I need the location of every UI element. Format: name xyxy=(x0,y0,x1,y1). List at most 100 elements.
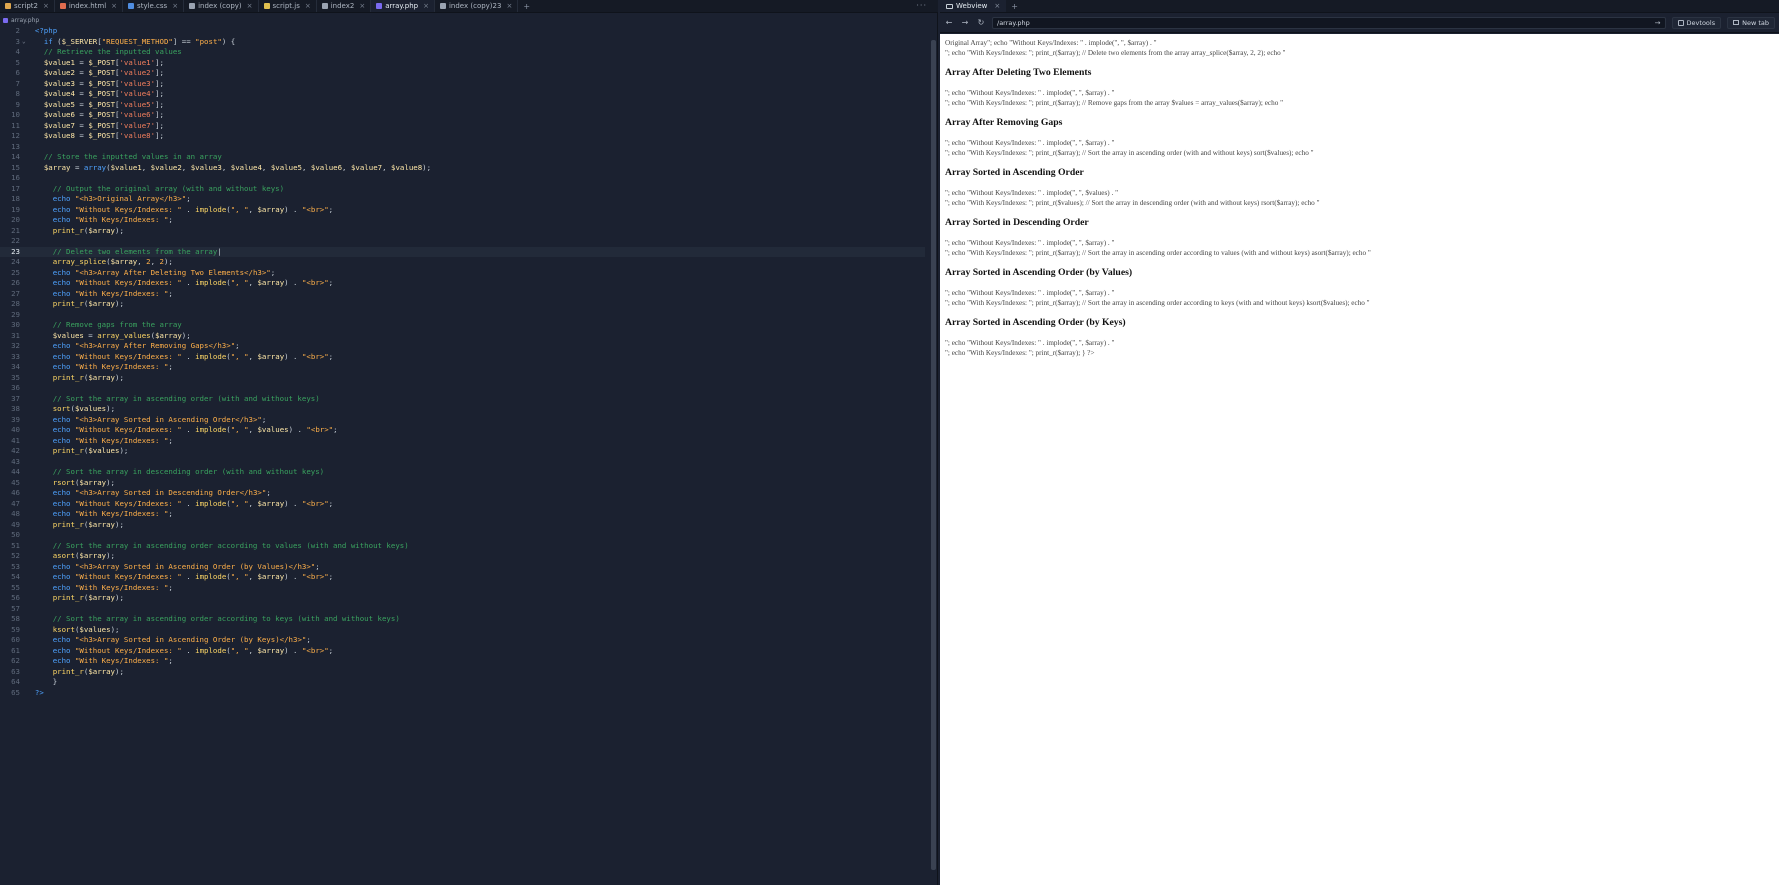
forward-button[interactable]: → xyxy=(960,18,970,27)
code-line[interactable]: 64 } xyxy=(0,677,925,688)
add-tab-button[interactable]: + xyxy=(518,0,535,12)
code-line[interactable]: 7 $value3 = $_POST['value3']; xyxy=(0,79,925,90)
new-tab-button[interactable]: New tab xyxy=(1727,16,1775,29)
close-icon[interactable]: × xyxy=(305,2,311,10)
code-line[interactable]: 5 $value1 = $_POST['value1']; xyxy=(0,58,925,69)
tab-index-html[interactable]: index.html × xyxy=(55,0,124,12)
more-actions-icon[interactable]: ··· xyxy=(916,1,927,10)
code-line[interactable]: 11 $value7 = $_POST['value7']; xyxy=(0,121,925,132)
code-line[interactable]: 6 $value2 = $_POST['value2']; xyxy=(0,68,925,79)
tab-array-php[interactable]: array.php × xyxy=(371,0,435,12)
code-line[interactable]: 43 xyxy=(0,457,925,468)
fold-chevron-icon[interactable] xyxy=(22,604,26,615)
code-line[interactable]: 22 xyxy=(0,236,925,247)
code-line[interactable]: 25 echo "<h3>Array After Deleting Two El… xyxy=(0,268,925,279)
code-line[interactable]: 29 xyxy=(0,310,925,321)
fold-chevron-icon[interactable] xyxy=(22,457,26,468)
code-line[interactable]: 14 // Store the inputted values in an ar… xyxy=(0,152,925,163)
code-line[interactable]: 57 xyxy=(0,604,925,615)
fold-chevron-icon[interactable] xyxy=(22,142,26,153)
code-line[interactable]: 49 print_r($array); xyxy=(0,520,925,531)
close-icon[interactable]: × xyxy=(111,2,117,10)
fold-chevron-icon[interactable] xyxy=(22,530,26,541)
tab-index-copy-[interactable]: index (copy) × xyxy=(184,0,259,12)
code-line[interactable]: 33 echo "Without Keys/Indexes: " . implo… xyxy=(0,352,925,363)
close-icon[interactable]: × xyxy=(423,2,429,10)
reload-button[interactable]: ↻ xyxy=(976,18,986,27)
code-line[interactable]: 12 $value8 = $_POST['value8']; xyxy=(0,131,925,142)
code-line[interactable]: 63 print_r($array); xyxy=(0,667,925,678)
breadcrumb-file[interactable]: array.php xyxy=(11,17,39,24)
close-icon[interactable]: × xyxy=(43,2,49,10)
code-line[interactable]: 36 xyxy=(0,383,925,394)
tab-script2[interactable]: script2 × xyxy=(0,0,55,12)
tab-style-css[interactable]: style.css × xyxy=(123,0,185,12)
code-line[interactable]: 53 echo "<h3>Array Sorted in Ascending O… xyxy=(0,562,925,573)
code-line[interactable]: 46 echo "<h3>Array Sorted in Descending … xyxy=(0,488,925,499)
code-line[interactable]: 26 echo "Without Keys/Indexes: " . implo… xyxy=(0,278,925,289)
url-input[interactable]: /array.php → xyxy=(992,16,1666,29)
code-line[interactable]: 21 print_r($array); xyxy=(0,226,925,237)
code-line[interactable]: 37 // Sort the array in ascending order … xyxy=(0,394,925,405)
code-line[interactable]: 62 echo "With Keys/Indexes: "; xyxy=(0,656,925,667)
tab-index-copy-23[interactable]: index (copy)23 × xyxy=(435,0,519,12)
code-line[interactable]: 51 // Sort the array in ascending order … xyxy=(0,541,925,552)
close-icon[interactable]: × xyxy=(994,2,1000,10)
add-tab-button[interactable]: + xyxy=(1006,0,1023,12)
code-line[interactable]: 18 echo "<h3>Original Array</h3>"; xyxy=(0,194,925,205)
code-line[interactable]: 41 echo "With Keys/Indexes: "; xyxy=(0,436,925,447)
code-line[interactable]: 9 $value5 = $_POST['value5']; xyxy=(0,100,925,111)
code-line[interactable]: 55 echo "With Keys/Indexes: "; xyxy=(0,583,925,594)
code-line[interactable]: 10 $value6 = $_POST['value6']; xyxy=(0,110,925,121)
code-line[interactable]: 20 echo "With Keys/Indexes: "; xyxy=(0,215,925,226)
code-line[interactable]: 17 // Output the original array (with an… xyxy=(0,184,925,195)
code-line[interactable]: 56 print_r($array); xyxy=(0,593,925,604)
code-line[interactable]: 19 echo "Without Keys/Indexes: " . implo… xyxy=(0,205,925,216)
fold-chevron-icon[interactable] xyxy=(22,236,26,247)
devtools-button[interactable]: Devtools xyxy=(1671,16,1722,29)
code-line[interactable]: 50 xyxy=(0,530,925,541)
code-line[interactable]: 61 echo "Without Keys/Indexes: " . implo… xyxy=(0,646,925,657)
fold-chevron-icon[interactable] xyxy=(22,310,26,321)
code-line[interactable]: 4 // Retrieve the inputted values xyxy=(0,47,925,58)
go-icon[interactable]: → xyxy=(1655,19,1661,27)
close-icon[interactable]: × xyxy=(172,2,178,10)
tab-webview[interactable]: Webview × xyxy=(940,0,1007,12)
code-line[interactable]: 16 xyxy=(0,173,925,184)
code-line[interactable]: 39 echo "<h3>Array Sorted in Ascending O… xyxy=(0,415,925,426)
code-line[interactable]: 59 ksort($values); xyxy=(0,625,925,636)
fold-chevron-icon[interactable] xyxy=(22,173,26,184)
fold-chevron-icon[interactable] xyxy=(22,383,26,394)
close-icon[interactable]: × xyxy=(506,2,512,10)
code-line[interactable]: 40 echo "Without Keys/Indexes: " . implo… xyxy=(0,425,925,436)
code-line[interactable]: 23 // Delete two elements from the array… xyxy=(0,246,925,257)
tab-script-js[interactable]: script.js × xyxy=(259,0,317,12)
code-line[interactable]: 27 echo "With Keys/Indexes: "; xyxy=(0,289,925,300)
code-area[interactable]: 2 <?php 3 ⌄ if ($_SERVER["REQUEST_METHOD"]… xyxy=(0,26,925,698)
code-line[interactable]: 8 $value4 = $_POST['value4']; xyxy=(0,89,925,100)
code-line[interactable]: 35 print_r($array); xyxy=(0,373,925,384)
code-line[interactable]: 13 xyxy=(0,142,925,153)
code-line[interactable]: 38 sort($values); xyxy=(0,404,925,415)
code-line[interactable]: 54 echo "Without Keys/Indexes: " . implo… xyxy=(0,572,925,583)
tab-index2[interactable]: index2 × xyxy=(317,0,372,12)
code-line[interactable]: 24 array_splice($array, 2, 2); xyxy=(0,257,925,268)
code-line[interactable]: 2 <?php xyxy=(0,26,925,37)
code-line[interactable]: 3 ⌄ if ($_SERVER["REQUEST_METHOD"] == "po… xyxy=(0,37,925,48)
code-line[interactable]: 65 ?> xyxy=(0,688,925,699)
code-line[interactable]: 31 $values = array_values($array); xyxy=(0,331,925,342)
code-line[interactable]: 44 // Sort the array in descending order… xyxy=(0,467,925,478)
code-line[interactable]: 28 print_r($array); xyxy=(0,299,925,310)
code-line[interactable]: 47 echo "Without Keys/Indexes: " . implo… xyxy=(0,499,925,510)
code-line[interactable]: 15 $array = array($value1, $value2, $val… xyxy=(0,163,925,174)
code-line[interactable]: 52 asort($array); xyxy=(0,551,925,562)
editor-scrollbar-thumb[interactable] xyxy=(931,40,936,870)
close-icon[interactable]: × xyxy=(247,2,253,10)
code-line[interactable]: 48 echo "With Keys/Indexes: "; xyxy=(0,509,925,520)
code-line[interactable]: 45 rsort($array); xyxy=(0,478,925,489)
code-line[interactable]: 30 // Remove gaps from the array xyxy=(0,320,925,331)
code-line[interactable]: 60 echo "<h3>Array Sorted in Ascending O… xyxy=(0,635,925,646)
code-line[interactable]: 58 // Sort the array in ascending order … xyxy=(0,614,925,625)
back-button[interactable]: ← xyxy=(944,18,954,27)
code-line[interactable]: 42 print_r($values); xyxy=(0,446,925,457)
